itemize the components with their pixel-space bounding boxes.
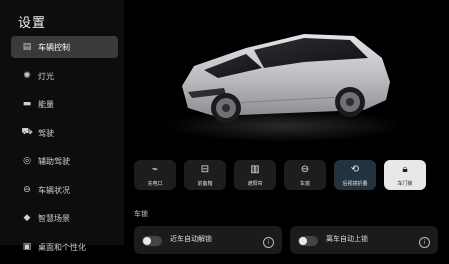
sidebar-item-energy[interactable]: ▬ 能量 bbox=[11, 93, 118, 115]
sunshade-icon: ▥ bbox=[250, 164, 260, 175]
sunshade-button[interactable]: ▥ 遮阳帘 bbox=[234, 160, 276, 190]
sidebar-item-label: 灯光 bbox=[38, 71, 54, 81]
vehicle-status-icon: ⊖ bbox=[23, 184, 31, 195]
control-label: 前备箱 bbox=[197, 181, 213, 187]
light-icon: ✺ bbox=[23, 70, 31, 81]
window-icon: ⊖ bbox=[300, 164, 310, 175]
sidebar-item-label: 辅助驾驶 bbox=[38, 157, 70, 166]
car-illustration bbox=[164, 34, 404, 142]
info-icon[interactable]: i bbox=[419, 237, 430, 248]
mirror-fold-icon: ⟲ bbox=[350, 164, 360, 175]
sidebar-item-desktop[interactable]: ▣ 桌面和个性化 bbox=[11, 236, 118, 258]
main-panel: ⌁ 充电口 ⊟ 前备箱 ▥ 遮阳帘 ⊖ 车窗 ⟲ 后视镜折叠 🔒︎ 车门锁 车锁… bbox=[124, 0, 449, 254]
sidebar-item-label: 智慧场景 bbox=[38, 214, 70, 223]
cube-icon: ◆ bbox=[23, 213, 31, 223]
sidebar-item-label: 车辆控制 bbox=[38, 43, 70, 52]
lock-icon: 🔒︎ bbox=[402, 164, 408, 175]
auto-lock-label: 离车自动上锁 bbox=[326, 235, 368, 243]
sidebar-nav: ▤ 车辆控制 ✺ 灯光 ▬ 能量 ⛟ 驾驶 ◎ 辅助驾驶 ⊖ 车辆状况 ◆ 智慧… bbox=[11, 36, 118, 264]
info-icon[interactable]: i bbox=[263, 237, 274, 248]
control-label: 遮阳帘 bbox=[247, 181, 263, 187]
sidebar-item-label: 桌面和个性化 bbox=[38, 242, 86, 252]
charge-port-button[interactable]: ⌁ 充电口 bbox=[134, 160, 176, 190]
sidebar-item-vehicle-control[interactable]: ▤ 车辆控制 bbox=[11, 36, 118, 58]
quick-controls: ⌁ 充电口 ⊟ 前备箱 ▥ 遮阳帘 ⊖ 车窗 ⟲ 后视镜折叠 🔒︎ 车门锁 bbox=[134, 160, 426, 190]
vehicle-image bbox=[154, 8, 414, 148]
sidebar: 设置 ▤ 车辆控制 ✺ 灯光 ▬ 能量 ⛟ 驾驶 ◎ 辅助驾驶 ⊖ 车辆状况 ◆… bbox=[0, 0, 124, 252]
page-title: 设置 bbox=[18, 16, 47, 31]
charge-port-icon: ⌁ bbox=[151, 164, 159, 175]
sidebar-item-label: 能量 bbox=[38, 100, 54, 109]
auto-unlock-card: 近车自动解锁 i bbox=[134, 226, 282, 254]
door-lock-button[interactable]: 🔒︎ 车门锁 bbox=[384, 160, 426, 190]
section-title-lock: 车锁 bbox=[134, 210, 148, 218]
steering-assist-icon: ◎ bbox=[23, 156, 31, 166]
control-label: 后视镜折叠 bbox=[342, 181, 368, 187]
auto-unlock-label: 近车自动解锁 bbox=[170, 235, 212, 243]
control-label: 充电口 bbox=[147, 181, 163, 187]
front-trunk-icon: ⊟ bbox=[200, 164, 210, 175]
front-trunk-button[interactable]: ⊟ 前备箱 bbox=[184, 160, 226, 190]
control-label: 车门锁 bbox=[397, 181, 413, 187]
window-button[interactable]: ⊖ 车窗 bbox=[284, 160, 326, 190]
control-label: 车窗 bbox=[299, 181, 310, 187]
sidebar-item-vehicle-status[interactable]: ⊖ 车辆状况 bbox=[11, 179, 118, 201]
battery-icon: ▬ bbox=[22, 99, 32, 109]
car-icon: ⛟ bbox=[21, 127, 33, 137]
auto-lock-card: 离车自动上锁 i bbox=[290, 226, 438, 254]
sidebar-item-driving[interactable]: ⛟ 驾驶 bbox=[11, 122, 118, 144]
car-control-icon: ▤ bbox=[22, 42, 32, 52]
sidebar-item-smart-scenes[interactable]: ◆ 智慧场景 bbox=[11, 207, 118, 229]
sidebar-item-label: 车辆状况 bbox=[38, 185, 70, 195]
sidebar-item-label: 驾驶 bbox=[38, 128, 54, 138]
sidebar-item-assisted-driving[interactable]: ◎ 辅助驾驶 bbox=[11, 150, 118, 172]
sidebar-item-lights[interactable]: ✺ 灯光 bbox=[11, 65, 118, 87]
mirror-fold-button[interactable]: ⟲ 后视镜折叠 bbox=[334, 160, 376, 190]
desktop-icon: ▣ bbox=[22, 241, 32, 252]
